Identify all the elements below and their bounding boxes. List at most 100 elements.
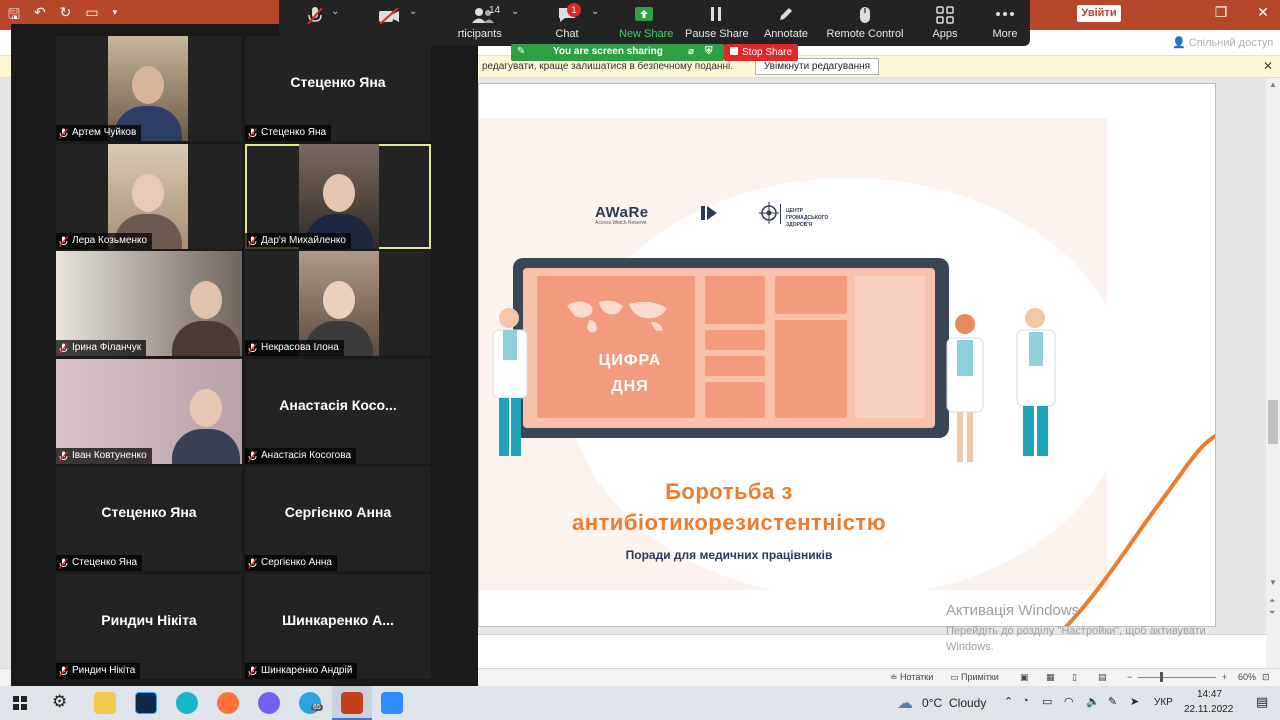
participant-tile[interactable]: Некрасова Ілона	[245, 251, 431, 356]
restore-window-icon[interactable]: ❐	[1206, 4, 1236, 21]
chat-caret-icon[interactable]: ⌄	[591, 6, 599, 17]
participant-tile[interactable]: Стеценко Яна Стеценко Яна	[56, 466, 242, 571]
video-button[interactable]	[369, 0, 409, 46]
canva-icon[interactable]	[176, 692, 198, 714]
apps-label: Apps	[932, 28, 958, 40]
muted-mic-icon	[59, 450, 68, 462]
zoom-slider[interactable]	[1138, 677, 1216, 678]
viber-icon[interactable]	[258, 692, 280, 714]
user-icon: 👤	[1172, 37, 1186, 49]
new-share-button[interactable]: New Share	[619, 0, 673, 46]
remote-control-button[interactable]: Remote Control	[825, 0, 905, 46]
participant-tile[interactable]: Іван Ковтуненко	[56, 359, 242, 464]
next-slide-icon[interactable]: ⏷	[1269, 608, 1275, 618]
participant-name-label: Артем Чуйков	[56, 125, 142, 141]
participants-button[interactable]: Participants	[457, 0, 509, 46]
zoom-slider-thumb[interactable]	[1160, 672, 1163, 682]
participant-tile[interactable]: Лера Козьменко	[56, 144, 242, 249]
fit-slide-icon[interactable]: ⊡	[1262, 672, 1270, 683]
stop-share-button[interactable]: Stop Share	[724, 44, 798, 61]
participant-face	[323, 281, 355, 319]
battery-icon[interactable]: ▭	[1042, 695, 1052, 708]
participant-tile[interactable]: Стеценко Яна Стеценко Яна	[245, 36, 431, 141]
wifi-icon[interactable]: ◠	[1064, 695, 1074, 708]
reading-view-icon[interactable]: ▯	[1072, 672, 1077, 683]
close-infobar-icon[interactable]: ✕	[1263, 59, 1273, 73]
participants-label: Participants	[457, 28, 502, 40]
zoom-app-icon[interactable]	[381, 692, 403, 714]
weather-condition[interactable]: Cloudy	[949, 696, 986, 710]
participant-name-label: Некрасова Ілона	[245, 340, 344, 356]
volume-icon[interactable]: 🔈	[1086, 695, 1100, 708]
stop-share-label: Stop Share	[742, 47, 793, 58]
participant-face	[190, 389, 222, 427]
video-options-caret-icon[interactable]: ⌄	[409, 6, 417, 17]
sign-in-button[interactable]: Увійти	[1077, 5, 1121, 22]
slide[interactable]: AWaRe Access Watch Reserve ЦЕНТР ГРОМАДС…	[478, 83, 1216, 627]
scroll-thumb[interactable]	[1268, 400, 1278, 444]
share-arrow-icon	[619, 0, 669, 28]
slide-sorter-icon[interactable]: ▦	[1046, 672, 1055, 683]
photoshop-icon[interactable]	[135, 692, 157, 714]
vertical-scrollbar[interactable]: ▲ ▼ ⏶ ⏷	[1266, 78, 1280, 668]
show-hidden-icons-icon[interactable]: ⌃	[1004, 695, 1013, 708]
input-language[interactable]: УКР	[1154, 697, 1173, 708]
digit-of-day-text: ЦИФРА ДНЯ	[553, 348, 707, 400]
slideshow-icon[interactable]: ▤	[1098, 672, 1107, 683]
participant-name: Некрасова Ілона	[261, 342, 339, 353]
telegram-unread-badge: 65	[311, 704, 323, 711]
participant-tile[interactable]: Сергієнко Анна Сергієнко Анна	[245, 466, 431, 571]
scroll-up-icon[interactable]: ▲	[1269, 80, 1277, 89]
zoom-out-button[interactable]: −	[1127, 672, 1132, 682]
notes-button[interactable]: ≐ Нотатки	[890, 672, 933, 683]
more-button[interactable]: More	[985, 0, 1025, 46]
pen-icon[interactable]: ✎	[1108, 695, 1117, 708]
scroll-down-icon[interactable]: ▼	[1269, 578, 1277, 587]
close-window-icon[interactable]: ✕	[1248, 4, 1278, 21]
normal-view-icon[interactable]: ▣	[1020, 672, 1029, 683]
pause-share-button[interactable]: Pause Share	[685, 0, 749, 46]
participant-display-name: Сергієнко Анна	[284, 504, 392, 520]
participant-tile[interactable]: Шинкаренко А... Шинкаренко Андрій	[245, 574, 431, 679]
mouse-icon	[825, 0, 905, 28]
muted-mic-icon	[59, 557, 68, 569]
apps-button[interactable]: Apps	[925, 0, 965, 46]
windows-start-icon[interactable]	[13, 696, 27, 710]
file-explorer-icon[interactable]	[94, 692, 116, 714]
participant-tile[interactable]: Ірина Філанчук	[56, 251, 242, 356]
comments-button[interactable]: ▭ Примітки	[950, 672, 999, 683]
network-icon[interactable]: ◔	[1022, 695, 1029, 707]
zoom-share-toolbar: ⌄ ⌄ Participants 14 ⌄ Chat 1 ⌄ New Share…	[279, 0, 1030, 46]
participant-body	[172, 429, 240, 464]
participant-name: Іван Ковтуненко	[72, 450, 147, 461]
annotate-button[interactable]: Annotate	[761, 0, 811, 46]
share-button[interactable]: 👤 Спільний доступ	[1172, 36, 1273, 49]
firefox-icon[interactable]	[217, 692, 239, 714]
zoom-level[interactable]: 60%	[1238, 672, 1256, 682]
public-health-center-emblem-icon	[759, 202, 779, 224]
previous-slide-icon[interactable]: ⏶	[1269, 596, 1275, 606]
sharing-mic-off-icon: ⌀	[688, 46, 695, 57]
participant-tile[interactable]: Дар'я Михайленко	[245, 144, 431, 249]
participant-name: Стеценко Яна	[72, 557, 138, 568]
participant-tile[interactable]: Риндич Нікіта Риндич Нікіта	[56, 574, 242, 679]
muted-mic-icon	[59, 665, 68, 677]
participant-name-label: Ірина Філанчук	[56, 340, 147, 356]
clock-time[interactable]: 14:47	[1197, 689, 1222, 700]
weather-temperature[interactable]: 0°C	[922, 696, 942, 710]
clock-date[interactable]: 22.11.2022	[1184, 704, 1233, 715]
participant-tile[interactable]: Анастасія Косо... Анастасія Косогова	[245, 359, 431, 464]
settings-gear-icon[interactable]: ⚙	[52, 692, 67, 712]
zoom-in-button[interactable]: +	[1222, 672, 1227, 682]
powerpoint-taskbar-button[interactable]	[332, 686, 372, 720]
location-icon[interactable]: ➤	[1130, 695, 1139, 708]
muted-mic-icon	[248, 127, 257, 139]
orange-curve-decoration	[1063, 433, 1215, 626]
participant-tile[interactable]: Артем Чуйков	[56, 36, 242, 141]
notifications-icon[interactable]: ▤	[1256, 694, 1268, 710]
logo-separator	[780, 204, 781, 224]
audio-options-caret-icon[interactable]: ⌄	[331, 6, 339, 17]
mute-button[interactable]	[295, 0, 335, 46]
muted-mic-icon	[59, 127, 68, 139]
participants-caret-icon[interactable]: ⌄	[511, 6, 519, 17]
